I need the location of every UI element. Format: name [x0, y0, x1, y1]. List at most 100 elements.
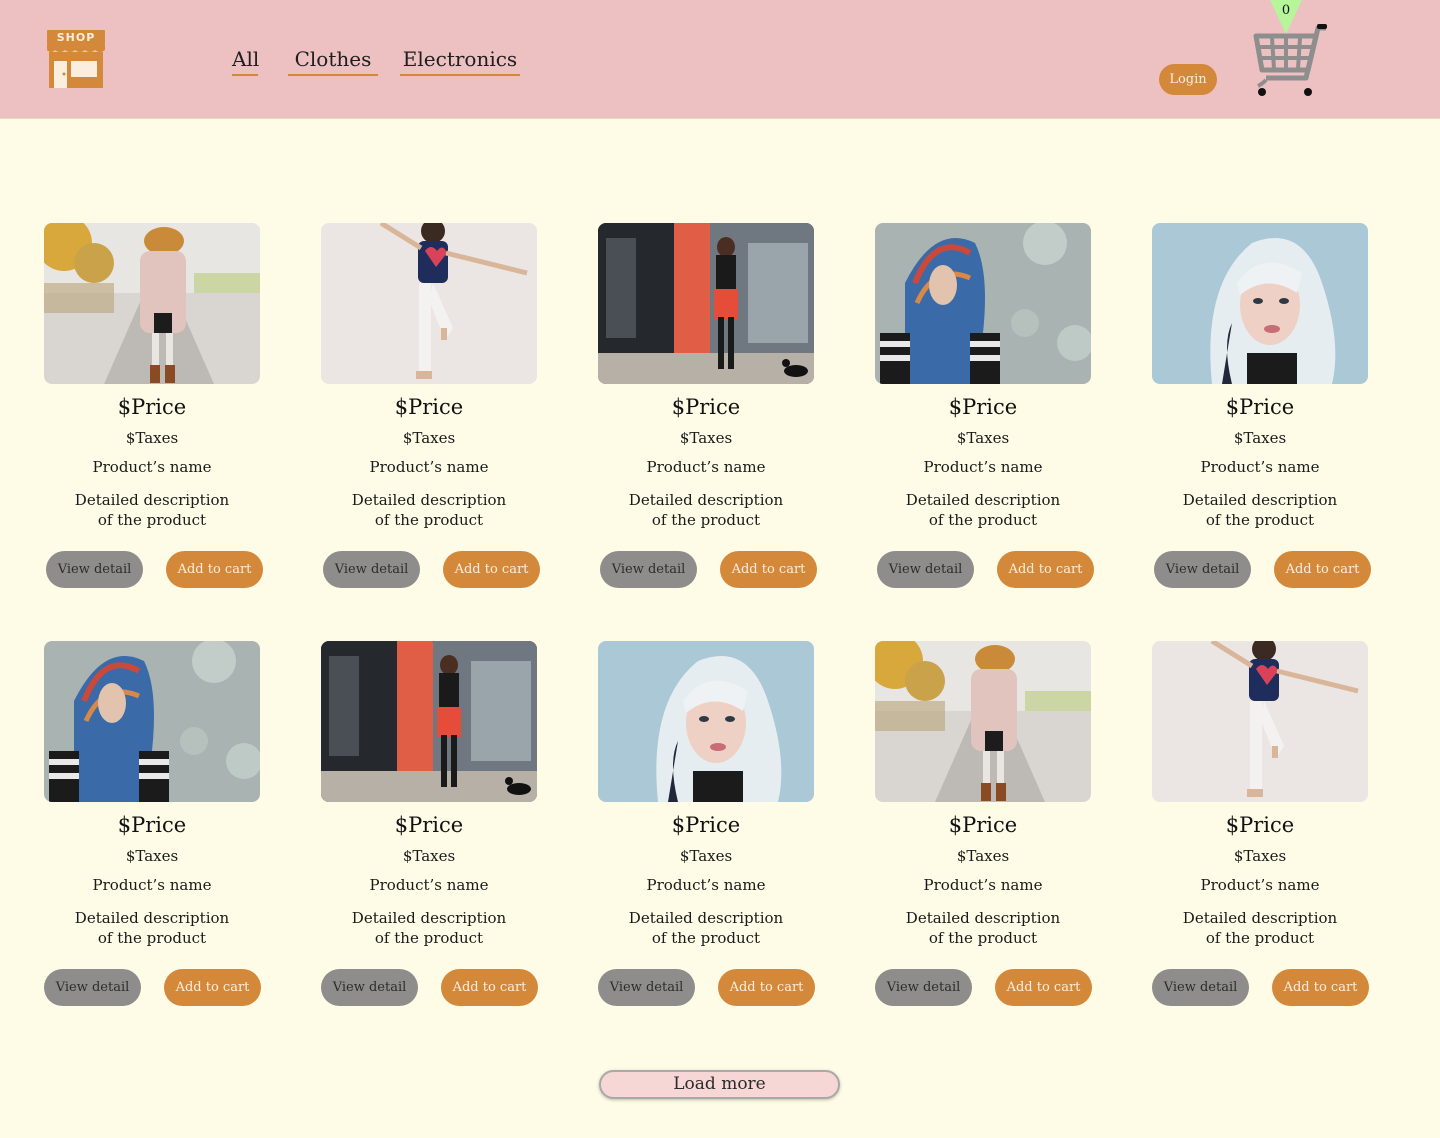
product-card: $Price $Taxes Product’s name Detailed de… — [321, 641, 551, 1011]
product-card: $Price $Taxes Product’s name Detailed de… — [875, 641, 1105, 1011]
product-card: $Price $Taxes Product’s name Detailed de… — [44, 223, 274, 593]
product-card: $Price $Taxes Product’s name Detailed de… — [875, 223, 1105, 593]
product-description: Detailed description of the product — [893, 490, 1073, 530]
product-taxes: $Taxes — [956, 847, 1010, 865]
product-description-line2: of the product — [1205, 929, 1315, 947]
product-description-line1: Detailed description — [74, 491, 230, 509]
product-name: Product’s name — [1200, 458, 1320, 476]
view-detail-button[interactable]: View detail — [1152, 969, 1249, 1006]
logo-text: SHOP — [57, 31, 96, 44]
product-description-line1: Detailed description — [351, 909, 507, 927]
product-name: Product’s name — [923, 458, 1043, 476]
product-card: $Price $Taxes Product’s name Detailed de… — [598, 641, 828, 1011]
product-name: Product’s name — [92, 458, 212, 476]
product-image[interactable] — [1152, 223, 1368, 384]
add-to-cart-button[interactable]: Add to cart — [720, 551, 817, 588]
view-detail-button[interactable]: View detail — [46, 551, 143, 588]
product-description-line1: Detailed description — [905, 491, 1061, 509]
product-price: $Price — [1225, 813, 1295, 837]
product-description-line1: Detailed description — [905, 909, 1061, 927]
product-description: Detailed description of the product — [1170, 908, 1350, 948]
add-to-cart-button[interactable]: Add to cart — [1274, 551, 1371, 588]
product-taxes: $Taxes — [125, 847, 179, 865]
product-description-line2: of the product — [651, 511, 761, 529]
nav-electronics[interactable]: Electronics — [400, 46, 520, 76]
product-description-line2: of the product — [928, 929, 1038, 947]
product-image[interactable] — [1152, 641, 1368, 802]
product-name: Product’s name — [1200, 876, 1320, 894]
add-to-cart-button[interactable]: Add to cart — [443, 551, 540, 588]
product-price: $Price — [671, 813, 741, 837]
product-price: $Price — [117, 395, 187, 419]
view-detail-button[interactable]: View detail — [323, 551, 420, 588]
product-name: Product’s name — [646, 876, 766, 894]
product-price: $Price — [117, 813, 187, 837]
product-image[interactable] — [321, 641, 537, 802]
product-taxes: $Taxes — [956, 429, 1010, 447]
product-name: Product’s name — [369, 458, 489, 476]
view-detail-button[interactable]: View detail — [44, 969, 141, 1006]
nav-all[interactable]: All — [232, 46, 259, 76]
product-name: Product’s name — [923, 876, 1043, 894]
add-to-cart-button[interactable]: Add to cart — [995, 969, 1092, 1006]
nav-clothes[interactable]: Clothes — [288, 46, 378, 76]
product-taxes: $Taxes — [125, 429, 179, 447]
product-image[interactable] — [875, 223, 1091, 384]
cart-count-badge: 0 — [1281, 3, 1291, 18]
product-description: Detailed description of the product — [1170, 490, 1350, 530]
product-image[interactable] — [875, 641, 1091, 802]
product-taxes: $Taxes — [402, 429, 456, 447]
product-image[interactable] — [321, 223, 537, 384]
product-description-line1: Detailed description — [1182, 909, 1338, 927]
view-detail-button[interactable]: View detail — [1154, 551, 1251, 588]
product-price: $Price — [948, 395, 1018, 419]
product-description: Detailed description of the product — [339, 908, 519, 948]
add-to-cart-button[interactable]: Add to cart — [166, 551, 263, 588]
product-price: $Price — [671, 395, 741, 419]
product-image[interactable] — [598, 641, 814, 802]
product-name: Product’s name — [92, 876, 212, 894]
product-image[interactable] — [44, 641, 260, 802]
product-name: Product’s name — [646, 458, 766, 476]
product-card: $Price $Taxes Product’s name Detailed de… — [598, 223, 828, 593]
product-description-line1: Detailed description — [1182, 491, 1338, 509]
product-description: Detailed description of the product — [339, 490, 519, 530]
product-description: Detailed description of the product — [893, 908, 1073, 948]
product-image[interactable] — [44, 223, 260, 384]
product-description-line1: Detailed description — [628, 491, 784, 509]
product-card: $Price $Taxes Product’s name Detailed de… — [1152, 223, 1382, 593]
view-detail-button[interactable]: View detail — [600, 551, 697, 588]
product-name: Product’s name — [369, 876, 489, 894]
add-to-cart-button[interactable]: Add to cart — [441, 969, 538, 1006]
product-description-line2: of the product — [1205, 511, 1315, 529]
product-taxes: $Taxes — [679, 429, 733, 447]
add-to-cart-button[interactable]: Add to cart — [164, 969, 261, 1006]
view-detail-button[interactable]: View detail — [877, 551, 974, 588]
product-price: $Price — [394, 813, 464, 837]
product-description-line2: of the product — [651, 929, 761, 947]
product-taxes: $Taxes — [402, 847, 456, 865]
product-description: Detailed description of the product — [616, 490, 796, 530]
product-description: Detailed description of the product — [616, 908, 796, 948]
load-more-button[interactable]: Load more — [599, 1070, 840, 1099]
product-description-line2: of the product — [97, 929, 207, 947]
product-description-line1: Detailed description — [628, 909, 784, 927]
add-to-cart-button[interactable]: Add to cart — [997, 551, 1094, 588]
view-detail-button[interactable]: View detail — [598, 969, 695, 1006]
header: SHOP All Clothes Electronics Login 0 — [0, 0, 1440, 119]
product-image[interactable] — [598, 223, 814, 384]
product-taxes: $Taxes — [1233, 429, 1287, 447]
view-detail-button[interactable]: View detail — [321, 969, 418, 1006]
login-button[interactable]: Login — [1159, 64, 1217, 95]
product-card: $Price $Taxes Product’s name Detailed de… — [1152, 641, 1382, 1011]
product-price: $Price — [948, 813, 1018, 837]
add-to-cart-button[interactable]: Add to cart — [1272, 969, 1369, 1006]
product-card: $Price $Taxes Product’s name Detailed de… — [321, 223, 551, 593]
view-detail-button[interactable]: View detail — [875, 969, 972, 1006]
product-description-line2: of the product — [97, 511, 207, 529]
shop-logo-icon[interactable]: SHOP — [45, 28, 107, 90]
product-description-line2: of the product — [374, 929, 484, 947]
add-to-cart-button[interactable]: Add to cart — [718, 969, 815, 1006]
product-price: $Price — [394, 395, 464, 419]
product-price: $Price — [1225, 395, 1295, 419]
